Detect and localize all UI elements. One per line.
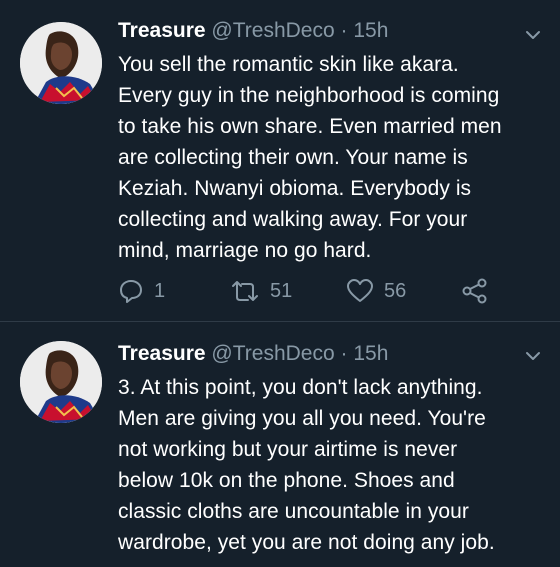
tweet-header: Treasure @TreshDeco · 15h (118, 340, 530, 370)
like-count: 56 (384, 279, 407, 302)
reply-icon (118, 278, 144, 304)
tweet[interactable]: Treasure @TreshDeco · 15h 3. At this poi… (0, 322, 560, 567)
share-icon (461, 278, 489, 304)
tweet-text-line: mind, marriage no go hard. (118, 239, 372, 262)
tweet-actions: 1 51 56 (118, 275, 518, 307)
timestamp[interactable]: 15h (353, 19, 388, 42)
retweet-count: 51 (270, 279, 293, 302)
timestamp[interactable]: 15h (353, 342, 388, 365)
tweet-text-line: You sell the romantic skin like akara. (118, 53, 459, 76)
separator-dot: · (340, 19, 348, 42)
display-name[interactable]: Treasure (118, 342, 206, 365)
retweet-button[interactable]: 51 (230, 275, 292, 307)
user-handle[interactable]: @TreshDeco (211, 342, 334, 365)
tweet-text: 3. At this point, you don't lack anythin… (118, 372, 530, 558)
tweet[interactable]: Treasure @TreshDeco · 15h You sell the r… (0, 0, 560, 322)
tweet-text-line: 3. At this point, you don't lack anythin… (118, 376, 483, 399)
reply-button[interactable]: 1 (118, 275, 165, 307)
heart-icon (346, 278, 374, 304)
tweet-header: Treasure @TreshDeco · 15h (118, 17, 530, 47)
retweet-icon (230, 278, 260, 304)
tweet-text-line: classic cloths are uncountable in your (118, 500, 469, 523)
tweet-text-line: collecting and walking away. For your (118, 208, 468, 231)
display-name[interactable]: Treasure (118, 19, 206, 42)
user-handle[interactable]: @TreshDeco (211, 19, 334, 42)
tweet-text-line: Keziah. Nwanyi obioma. Everybody is (118, 177, 472, 200)
like-button[interactable]: 56 (346, 275, 406, 307)
tweet-text-line: to take his own share. Even married men (118, 115, 502, 138)
profile-photo (20, 341, 102, 423)
tweet-text-line: not working but your airtime is never (118, 438, 458, 461)
profile-photo (20, 22, 102, 104)
tweet-text-line: Every guy in the neighborhood is coming (118, 84, 500, 107)
avatar[interactable] (20, 22, 102, 104)
chevron-down-icon[interactable] (524, 347, 542, 365)
chevron-down-icon[interactable] (524, 26, 542, 44)
tweet-text-line: below 10k on the phone. Shoes and (118, 469, 455, 492)
tweet-text: You sell the romantic skin like akara. E… (118, 49, 530, 266)
avatar[interactable] (20, 341, 102, 423)
tweet-text-line: wardrobe, yet you are not doing any job. (118, 531, 495, 554)
tweet-text-line: Men are giving you all you need. You're (118, 407, 486, 430)
separator-dot: · (340, 342, 348, 365)
tweet-text-line: are collecting their own. Your name is (118, 146, 468, 169)
share-button[interactable] (461, 275, 489, 307)
reply-count: 1 (154, 279, 166, 302)
